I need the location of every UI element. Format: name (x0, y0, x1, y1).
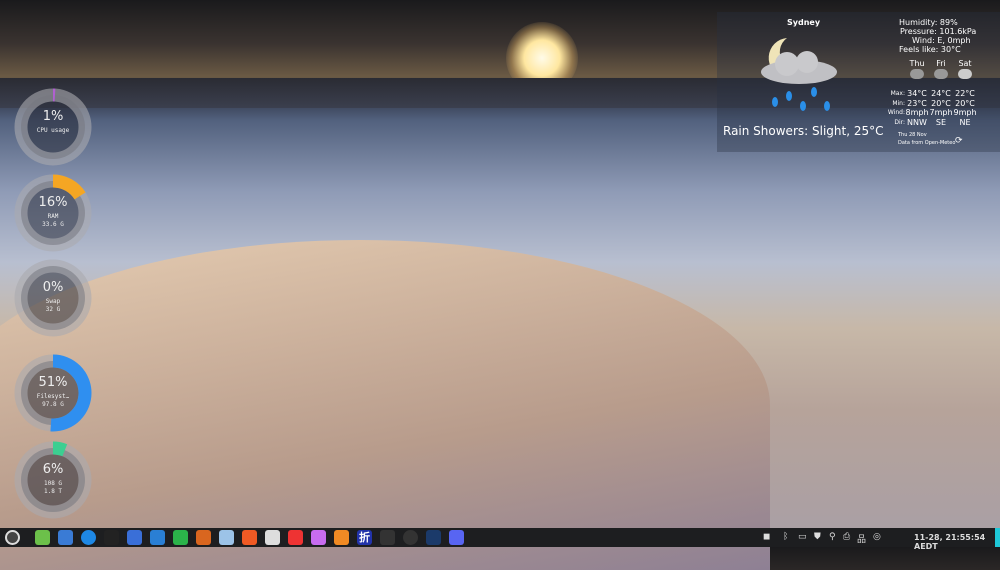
tray-discord-icon[interactable]: ◼ (763, 532, 770, 542)
show-desktop-button[interactable] (995, 528, 1000, 547)
taskbar-blender-icon[interactable] (334, 530, 349, 545)
gauge-2: 0% Swap 32 G (13, 258, 93, 338)
rain-cloud-moon-icon (761, 38, 837, 111)
gauge-label: Swap 32 G (45, 298, 61, 313)
weather-widget: Sydney Rain Showers: Slight, 25°C Humidi… (717, 12, 1000, 152)
gauge-4: 6% 108 G 1.8 T (13, 440, 93, 520)
weather-city: Sydney (787, 18, 821, 27)
wallpaper-dune (0, 240, 770, 570)
taskbar-app-red-icon[interactable] (288, 530, 303, 545)
taskbar-video-icon[interactable] (380, 530, 395, 545)
gauge-1: 16% RAM 33.6 G (13, 173, 93, 253)
taskbar-terminal-icon[interactable] (104, 530, 119, 545)
taskbar-discord-icon[interactable] (449, 530, 464, 545)
gauge-percent: 6% (42, 462, 64, 477)
network-icon[interactable]: 品 (857, 532, 866, 545)
bluetooth-icon[interactable]: ᛒ (783, 532, 788, 542)
refresh-icon[interactable]: ⟳ (955, 136, 963, 146)
keyboard-icon[interactable]: ▭ (798, 532, 807, 542)
taskbar-brave-icon[interactable] (242, 530, 257, 545)
storm-icon (934, 69, 948, 79)
taskbar-steam-icon[interactable] (426, 530, 441, 545)
gauge-label: CPU usage (36, 127, 70, 134)
gauge-percent: 1% (42, 109, 64, 124)
taskbar-files-icon[interactable] (219, 530, 234, 545)
gauge-label: RAM 33.6 G (42, 213, 64, 228)
taskbar-presentation-icon[interactable] (196, 530, 211, 545)
taskbar-globe-icon[interactable] (35, 530, 50, 545)
printer-icon[interactable]: ⎙ (843, 532, 850, 542)
taskbar-inkscape-icon[interactable] (265, 530, 280, 545)
gauge-label: Filesyst… 97.8 G (36, 393, 70, 408)
taskbar-menu-icon[interactable] (5, 530, 20, 545)
gauge-percent: 16% (38, 195, 68, 210)
taskbar-spreadsheet-icon[interactable] (173, 530, 188, 545)
taskbar-browser-icon[interactable] (81, 530, 96, 545)
gauge-percent: 51% (38, 375, 68, 390)
taskbar-documents-icon[interactable] (150, 530, 165, 545)
data-source: Data from Open-Meteo (898, 140, 956, 146)
storm-icon (910, 69, 924, 79)
sun-cloud-icon (958, 69, 972, 79)
location-icon[interactable]: ⚲ (829, 532, 836, 542)
gauge-0: 1% CPU usage (13, 87, 93, 167)
gauge-percent: 0% (42, 280, 64, 295)
taskbar: 折 ◼ ᛒ ▭ ⛊ ⚲ ⎙ 品 ◎ 11-28, 21:55:54 AEDT (0, 528, 1000, 551)
taskbar-mail-icon[interactable] (127, 530, 142, 545)
clock[interactable]: 11-28, 21:55:54 AEDT (914, 533, 1000, 551)
update-icon[interactable]: ◎ (873, 532, 881, 542)
weather-condition: Rain Showers: Slight, 25°C (723, 124, 884, 138)
forecast-row-labels: Max: Min: Wind: Dir: (887, 90, 905, 126)
taskbar-obs-icon[interactable] (403, 530, 418, 545)
taskbar-krita-icon[interactable] (311, 530, 326, 545)
shield-icon[interactable]: ⛊ (814, 532, 821, 542)
taskbar-zhe-icon[interactable]: 折 (357, 530, 372, 545)
taskbar-settings-icon[interactable] (58, 530, 73, 545)
gauge-3: 51% Filesyst… 97.8 G (13, 353, 93, 433)
feels-like: Feels like: 30°C (899, 45, 961, 54)
gauge-label: 108 G 1.8 T (43, 480, 63, 495)
